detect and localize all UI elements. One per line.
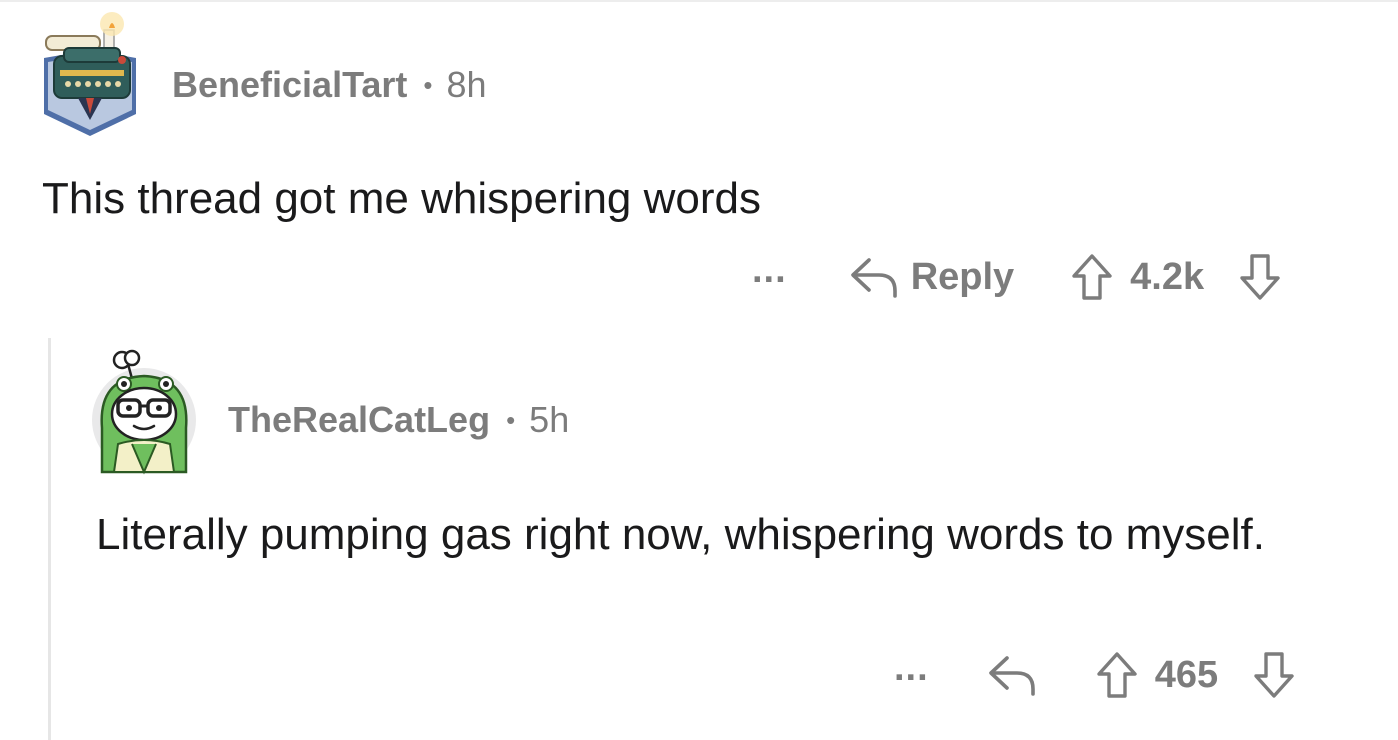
upvote-button[interactable] xyxy=(1095,651,1139,699)
timestamp[interactable]: 5h xyxy=(529,399,569,441)
reply-button[interactable]: Reply xyxy=(849,254,1014,300)
avatar[interactable] xyxy=(34,10,146,140)
more-options-button[interactable]: ... xyxy=(752,251,787,289)
top-divider xyxy=(0,0,1398,2)
frog-hood-avatar-icon xyxy=(92,349,196,475)
comment-body: Literally pumping gas right now, whisper… xyxy=(96,510,1265,559)
upvote-button[interactable] xyxy=(1070,253,1114,301)
comment-actions: ... Reply 4.2k xyxy=(752,251,1282,302)
comment-meta: TheRealCatLeg • 5h xyxy=(228,397,569,443)
reply-label: Reply xyxy=(910,255,1015,298)
typewriter-avatar-icon xyxy=(44,12,136,136)
username[interactable]: BeneficialTart xyxy=(172,64,407,106)
downvote-button[interactable] xyxy=(1238,253,1282,301)
reply-button[interactable] xyxy=(987,652,1039,698)
vote-score: 465 xyxy=(1154,653,1219,696)
reply-arrow-icon xyxy=(850,258,897,298)
upvote-arrow-icon xyxy=(1096,652,1137,698)
comment-body: This thread got me whispering words xyxy=(42,174,761,223)
avatar[interactable] xyxy=(88,344,200,476)
meta-separator: • xyxy=(506,405,516,435)
downvote-arrow-icon xyxy=(1254,652,1294,698)
username[interactable]: TheRealCatLeg xyxy=(228,399,490,441)
comment-actions: ... 465 xyxy=(894,649,1296,700)
meta-separator: • xyxy=(423,70,433,100)
thread-line[interactable] xyxy=(48,338,51,740)
more-options-button[interactable]: ... xyxy=(894,649,929,687)
downvote-arrow-icon xyxy=(1240,254,1280,300)
comment-meta: BeneficialTart • 8h xyxy=(172,62,487,108)
upvote-arrow-icon xyxy=(1072,254,1112,300)
timestamp[interactable]: 8h xyxy=(447,64,487,106)
reply-arrow-icon xyxy=(988,656,1035,696)
downvote-button[interactable] xyxy=(1252,651,1296,699)
vote-score: 4.2k xyxy=(1130,255,1205,298)
